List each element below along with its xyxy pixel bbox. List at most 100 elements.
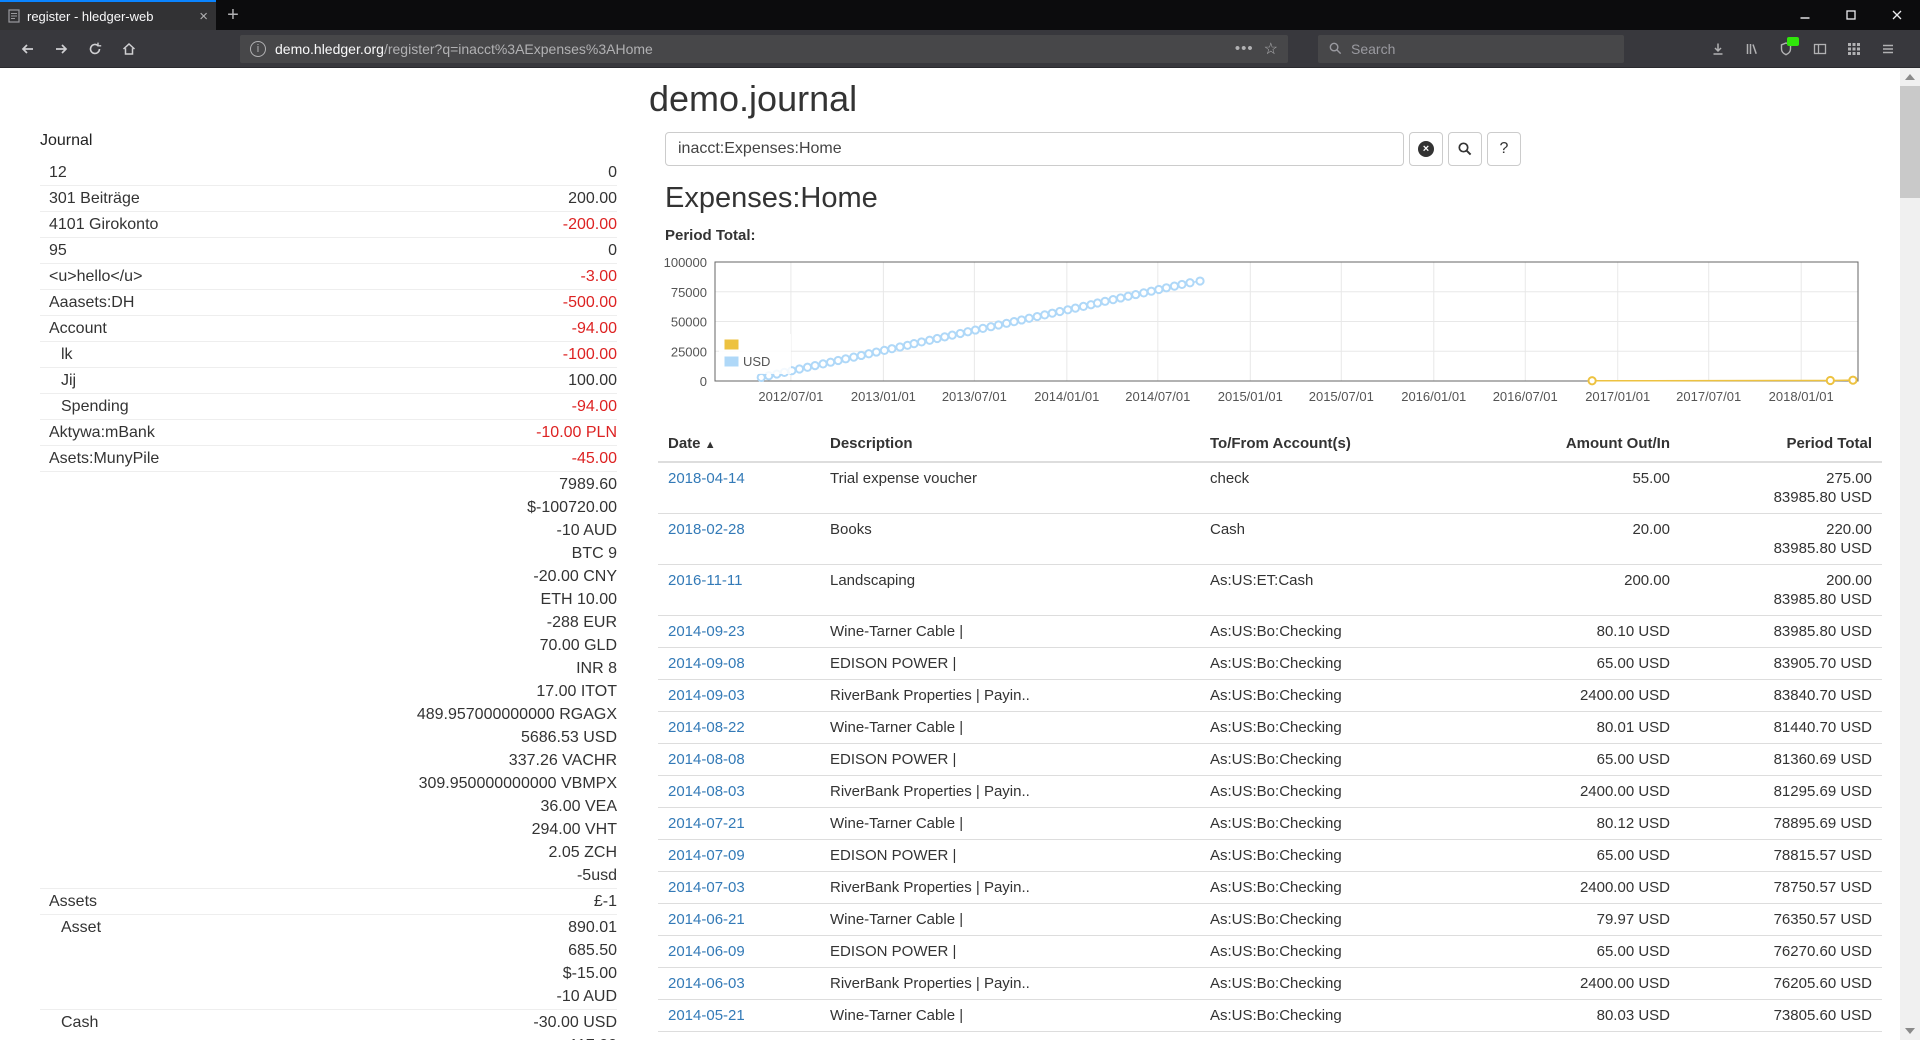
browser-search-input[interactable] xyxy=(1351,41,1614,57)
library-button[interactable] xyxy=(1738,35,1766,63)
scrollbar-up-arrow-icon[interactable] xyxy=(1905,74,1915,80)
account-name[interactable]: Assets xyxy=(49,890,97,913)
page-scrollbar[interactable] xyxy=(1900,68,1920,1040)
window-minimize-button[interactable] xyxy=(1782,0,1828,30)
site-info-icon[interactable]: i xyxy=(250,41,266,57)
transaction-description: EDISON POWER | xyxy=(820,648,1200,680)
page-actions-icon[interactable]: ••• xyxy=(1235,40,1254,57)
transaction-date-link[interactable]: 2014-09-03 xyxy=(668,687,745,704)
column-header-date[interactable]: Date ▲ xyxy=(658,428,820,462)
transaction-date-link[interactable]: 2014-09-23 xyxy=(668,623,745,640)
sidebar-account-row[interactable]: Asets:MunyPile-45.00 xyxy=(40,446,617,472)
sidebar-account-row[interactable]: Jij100.00 xyxy=(40,368,617,394)
transaction-date-link[interactable]: 2014-06-03 xyxy=(668,975,745,992)
transaction-date-link[interactable]: 2016-11-11 xyxy=(668,572,743,589)
sidebar-account-row[interactable]: Assets£-1 xyxy=(40,889,617,915)
browser-search-bar[interactable] xyxy=(1318,35,1624,63)
transaction-date-link[interactable]: 2018-02-28 xyxy=(668,521,745,538)
account-balance: -500.00 xyxy=(563,291,617,314)
home-button[interactable] xyxy=(114,34,144,64)
account-name[interactable]: 95 xyxy=(49,239,67,262)
transaction-date-link[interactable]: 2014-08-03 xyxy=(668,783,745,800)
menu-button[interactable] xyxy=(1874,35,1902,63)
account-name[interactable]: Aaasets:DH xyxy=(49,291,134,314)
sidebar-account-row[interactable]: Asset890.01685.50$-15.00-10 AUD xyxy=(40,915,617,1010)
url-path: /register?q=inacct%3AExpenses%3AHome xyxy=(384,41,653,57)
column-header-account[interactable]: To/From Account(s) xyxy=(1200,428,1490,462)
account-name[interactable]: <u>hello</u> xyxy=(49,265,142,288)
column-header-amount[interactable]: Amount Out/In xyxy=(1490,428,1680,462)
window-maximize-button[interactable] xyxy=(1828,0,1874,30)
account-name[interactable]: lk xyxy=(61,343,73,366)
transaction-period-total: 76270.60 USD xyxy=(1680,936,1882,968)
account-balance: 0 xyxy=(608,161,617,184)
sidebar-account-row[interactable]: 301 Beiträge 200.00 xyxy=(40,186,617,212)
transaction-date-link[interactable]: 2014-06-09 xyxy=(668,943,745,960)
sidebar-account-row[interactable]: 4101 Girokonto-200.00 xyxy=(40,212,617,238)
transaction-date-link[interactable]: 2014-08-08 xyxy=(668,751,745,768)
sidebar-account-row[interactable]: 12 0 xyxy=(40,160,617,186)
sidebar-account-row[interactable]: Aaasets:DH -500.00 xyxy=(40,290,617,316)
sidebar-account-row[interactable]: <u>hello</u>-3.00 xyxy=(40,264,617,290)
transaction-description: EDISON POWER | xyxy=(820,840,1200,872)
sidebar-account-row[interactable]: 7989.60$-100720.00-10 AUDBTC 9-20.00 CNY… xyxy=(40,472,617,889)
sidebar-account-row[interactable]: lk-100.00 xyxy=(40,342,617,368)
svg-text:2016/07/01: 2016/07/01 xyxy=(1493,389,1558,404)
account-balance: 200.00 xyxy=(568,187,617,210)
account-name[interactable]: 12 xyxy=(49,161,67,184)
query-input[interactable] xyxy=(665,132,1404,166)
run-query-button[interactable] xyxy=(1448,132,1482,166)
transaction-date-link[interactable]: 2014-08-22 xyxy=(668,719,745,736)
url-bar[interactable]: i demo.hledger.org/register?q=inacct%3AE… xyxy=(240,35,1288,63)
transaction-date-link[interactable]: 2014-06-21 xyxy=(668,911,745,928)
sidebar-account-row[interactable]: Spending-94.00 xyxy=(40,394,617,420)
column-header-description[interactable]: Description xyxy=(820,428,1200,462)
scrollbar-thumb[interactable] xyxy=(1900,86,1920,198)
transaction-date-link[interactable]: 2014-07-03 xyxy=(668,879,745,896)
transaction-date-link[interactable]: 2014-07-21 xyxy=(668,815,745,832)
transaction-period-total: 73805.60 USD xyxy=(1680,1000,1882,1032)
transaction-date-link[interactable]: 2014-07-09 xyxy=(668,847,745,864)
account-name[interactable]: Account xyxy=(49,317,107,340)
help-button[interactable]: ? xyxy=(1487,132,1521,166)
back-button[interactable] xyxy=(12,34,42,64)
tab-close-icon[interactable]: × xyxy=(199,9,208,24)
transaction-account: As:US:Bo:Checking xyxy=(1200,968,1490,1000)
transaction-amount: 55.00 xyxy=(1490,462,1680,514)
transaction-date-link[interactable]: 2014-05-21 xyxy=(668,1007,745,1024)
account-name[interactable]: Asets:MunyPile xyxy=(49,447,159,470)
account-name[interactable]: 4101 Girokonto xyxy=(49,213,158,236)
reload-button[interactable] xyxy=(80,34,110,64)
svg-text:2014/07/01: 2014/07/01 xyxy=(1125,389,1190,404)
clear-query-button[interactable]: × xyxy=(1409,132,1443,166)
transaction-amount: 65.00 USD xyxy=(1490,1032,1680,1040)
column-header-period-total[interactable]: Period Total xyxy=(1680,428,1882,462)
new-tab-button[interactable]: + xyxy=(216,0,250,30)
transaction-amount: 2400.00 USD xyxy=(1490,776,1680,808)
transaction-amount: 20.00 xyxy=(1490,514,1680,565)
sidebar-account-row[interactable]: 950 xyxy=(40,238,617,264)
account-name[interactable]: Cash xyxy=(61,1011,98,1034)
account-name[interactable]: Spending xyxy=(61,395,129,418)
svg-text:2018/01/01: 2018/01/01 xyxy=(1769,389,1834,404)
transaction-date-link[interactable]: 2014-09-08 xyxy=(668,655,745,672)
sidebar-journal-link[interactable]: Journal xyxy=(40,132,617,150)
downloads-button[interactable] xyxy=(1704,35,1732,63)
transaction-description: Wine-Tarner Cable | xyxy=(820,808,1200,840)
sidebars-button[interactable] xyxy=(1806,35,1834,63)
account-name[interactable]: 301 Beiträge xyxy=(49,187,140,210)
apps-grid-button[interactable] xyxy=(1840,35,1868,63)
account-name[interactable]: Aktywa:mBank xyxy=(49,421,155,444)
bookmark-star-icon[interactable]: ☆ xyxy=(1264,39,1278,59)
browser-tab[interactable]: register - hledger-web × xyxy=(0,0,216,30)
account-name[interactable]: Jij xyxy=(61,369,76,392)
window-close-button[interactable] xyxy=(1874,0,1920,30)
sidebar-account-row[interactable]: Account-94.00 xyxy=(40,316,617,342)
scrollbar-down-arrow-icon[interactable] xyxy=(1905,1028,1915,1034)
sidebar-account-row[interactable]: Cash-30.00 USD-117.00 xyxy=(40,1010,617,1040)
forward-button[interactable] xyxy=(46,34,76,64)
sidebar-account-row[interactable]: Aktywa:mBank-10.00 PLN xyxy=(40,420,617,446)
extension-button[interactable] xyxy=(1772,35,1800,63)
account-name[interactable]: Asset xyxy=(61,916,101,939)
transaction-date-link[interactable]: 2018-04-14 xyxy=(668,470,745,487)
